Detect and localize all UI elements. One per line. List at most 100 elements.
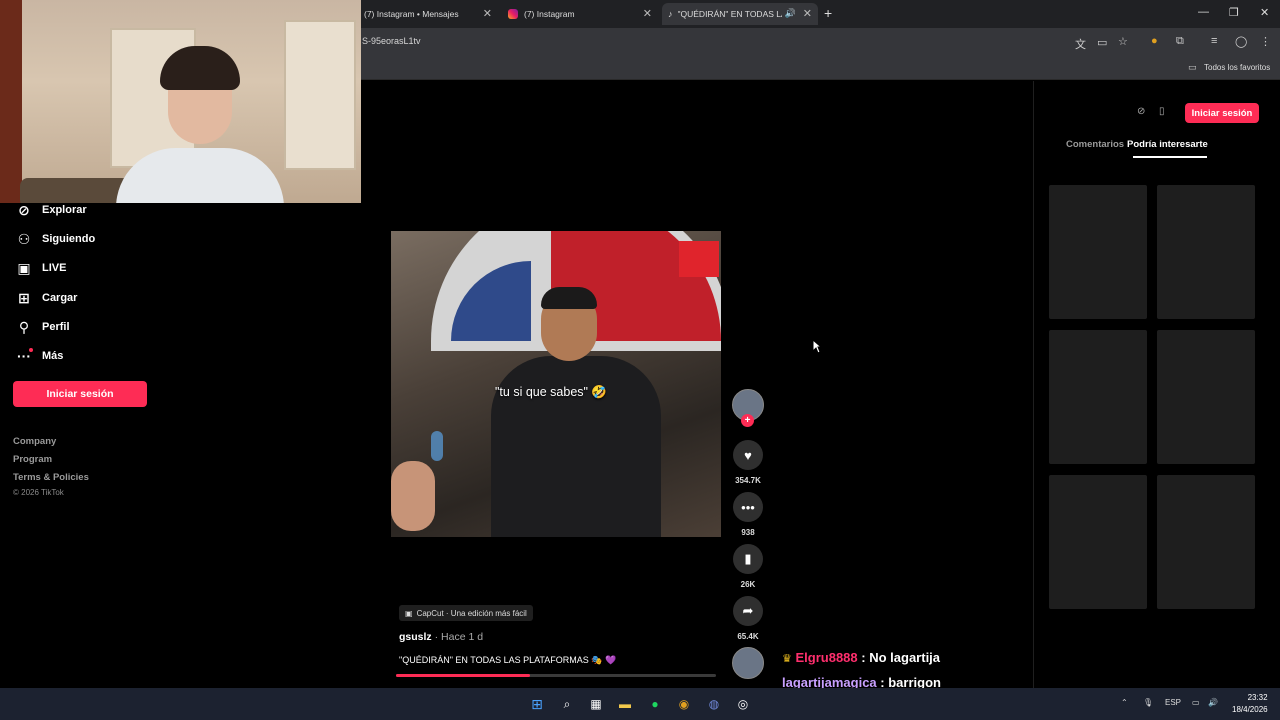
login-button[interactable]: Iniciar sesión	[13, 381, 147, 407]
url-field[interactable]: S-95eorasL1tv	[362, 36, 421, 46]
suggested-video-thumb[interactable]	[1157, 185, 1255, 319]
video-author[interactable]: gsuslz · Hace 1 d	[399, 631, 483, 643]
author-name: gsuslz	[399, 631, 432, 643]
clock-date: 18/4/2026	[1232, 705, 1268, 714]
menu-kebab-icon[interactable]: ⋮	[1260, 35, 1271, 48]
close-icon[interactable]: ✕	[643, 7, 652, 20]
video-progress-fill	[396, 674, 531, 677]
user-icon: ⚲	[18, 318, 30, 335]
tiktok-icon: ♪	[668, 9, 673, 19]
minimize-icon[interactable]: —	[1198, 6, 1209, 18]
live-tv-icon: ▣	[17, 259, 31, 276]
nav-item-mas[interactable]: ··· Más	[14, 345, 63, 367]
tab-instagram[interactable]: (7) Instagram ✕	[502, 3, 658, 25]
close-window-icon[interactable]: ✕	[1260, 6, 1269, 19]
video-progress-bar[interactable]	[396, 674, 716, 677]
network-icon[interactable]: ▭	[1192, 698, 1200, 707]
share-button[interactable]: ➦	[733, 596, 763, 626]
speaker-icon[interactable]: 🔊	[785, 8, 796, 19]
sound-avatar[interactable]	[732, 647, 764, 679]
video-description: "QUÉDIRÁN" EN TODAS LAS PLATAFORMAS 🎭 💜	[399, 655, 617, 665]
footer-link-terms[interactable]: Terms & Policies	[13, 472, 89, 483]
webcam-door	[0, 0, 22, 203]
spotify-icon[interactable]: ●	[646, 695, 664, 713]
save-button[interactable]: ▮	[733, 544, 763, 574]
nav-item-perfil[interactable]: ⚲ Perfil	[14, 316, 70, 338]
cast-icon[interactable]: ▭	[1097, 36, 1107, 49]
footer-link-company[interactable]: Company	[13, 436, 56, 447]
active-tab-indicator	[1133, 156, 1207, 158]
all-bookmarks-link[interactable]: Todos los favoritos	[1204, 63, 1270, 72]
suggested-video-thumb[interactable]	[1049, 330, 1147, 464]
new-tab-icon[interactable]: +	[824, 5, 832, 21]
copyright-text: © 2026 TikTok	[13, 488, 64, 497]
like-count: 354.7K	[735, 476, 761, 485]
nav-item-cargar[interactable]: ⊞ Cargar	[14, 287, 77, 309]
nav-item-explorar[interactable]: ⊘ Explorar	[14, 199, 87, 221]
clock-time: 23:32	[1247, 693, 1268, 702]
bookmark-star-icon[interactable]: ☆	[1118, 35, 1128, 48]
mouse-cursor-icon	[812, 339, 822, 354]
close-icon[interactable]: ✕	[803, 7, 812, 20]
footer-link-program[interactable]: Program	[13, 454, 52, 465]
translate-icon[interactable]: 文	[1075, 36, 1086, 52]
extensions-puzzle-icon[interactable]: ⧉	[1176, 35, 1184, 48]
tray-chevron-icon[interactable]: ⌃	[1121, 698, 1128, 707]
video-man-hair	[541, 287, 597, 309]
follow-plus-icon[interactable]: +	[741, 414, 754, 427]
tab-comentarios[interactable]: Comentarios	[1066, 139, 1124, 150]
webcam-window-right	[284, 20, 356, 170]
discord-icon[interactable]: ◍	[705, 695, 723, 713]
comment-button[interactable]: •••	[733, 492, 763, 522]
media-control-icon[interactable]: ≡	[1211, 35, 1217, 47]
tab-podria-interesarte[interactable]: Podría interesarte	[1127, 139, 1208, 150]
obs-icon[interactable]: ◎	[734, 695, 752, 713]
capcut-badge[interactable]: ▣ CapCut · Una edición más fácil	[399, 605, 533, 621]
like-button[interactable]: ♥	[733, 440, 763, 470]
user-follow-icon: ⚇	[17, 230, 31, 247]
extension-color-icon[interactable]: ●	[1151, 35, 1158, 47]
comment-count: 938	[741, 528, 755, 537]
chrome-icon[interactable]: ◉	[675, 695, 693, 713]
tray-clock[interactable]: 23:32 18/4/2026	[1232, 692, 1268, 716]
suggested-video-thumb[interactable]	[1157, 475, 1255, 609]
tab-instagram-messages[interactable]: (7) Instagram • Mensajes ✕	[358, 3, 498, 25]
chat-username: Elgru8888	[795, 650, 858, 665]
nav-item-siguiendo[interactable]: ⚇ Siguiendo	[14, 228, 95, 250]
phone-icon[interactable]: ▯	[1159, 106, 1165, 117]
video-red-sign	[679, 241, 719, 277]
store-icon[interactable]: ▦	[587, 695, 605, 713]
file-explorer-icon[interactable]: ▬	[616, 695, 634, 713]
suggested-video-thumb[interactable]	[1157, 330, 1255, 464]
share-arrow-icon: ➦	[742, 603, 754, 618]
save-count: 26K	[740, 580, 756, 589]
crown-icon: ♛	[782, 653, 792, 665]
compass-icon[interactable]: ⊘	[1137, 106, 1145, 117]
upload-icon: ⊞	[18, 289, 30, 306]
suggested-video-thumb[interactable]	[1049, 185, 1147, 319]
search-icon[interactable]: ⌕	[558, 695, 576, 713]
tab-label: (7) Instagram	[524, 9, 575, 19]
language-indicator[interactable]: ESP	[1165, 698, 1181, 707]
nav-item-live[interactable]: ▣ LIVE	[14, 257, 66, 279]
close-icon[interactable]: ✕	[483, 7, 492, 20]
video-player[interactable]: "tu si que sabes" 🤣	[391, 231, 721, 537]
restore-icon[interactable]: ❐	[1229, 6, 1239, 19]
video-floor-light	[431, 431, 443, 461]
nav-label: Más	[42, 350, 64, 362]
webcam-overlay	[0, 0, 361, 203]
microphone-icon[interactable]: 🎙	[1143, 698, 1153, 707]
windows-start-icon[interactable]: ⊞	[528, 695, 546, 713]
chat-text: : No lagartija	[861, 650, 941, 665]
windows-taskbar	[0, 688, 1280, 720]
panel-login-button[interactable]: Iniciar sesión	[1185, 103, 1259, 123]
capcut-label: CapCut · Una edición más fácil	[416, 608, 527, 618]
profile-icon[interactable]: ◯	[1235, 35, 1247, 48]
volume-icon[interactable]: 🔊	[1208, 698, 1218, 707]
video-caption: "tu si que sabes" 🤣	[495, 385, 607, 399]
nav-label: Cargar	[42, 292, 78, 304]
compass-icon: ⊘	[18, 201, 30, 218]
suggested-video-thumb[interactable]	[1049, 475, 1147, 609]
tab-tiktok-video[interactable]: ♪ "QUÉDIRÁN" EN TODAS LA 🔊 ✕	[662, 3, 818, 25]
notification-dot	[29, 348, 33, 352]
